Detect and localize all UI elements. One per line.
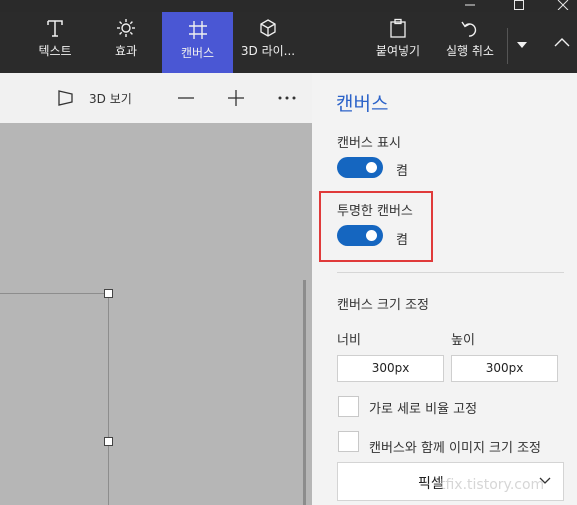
canvas-top-edge — [0, 293, 109, 294]
panel-title: 캔버스 — [336, 93, 389, 115]
resize-image-label: 캔버스와 함께 이미지 크기 조정 — [369, 441, 542, 456]
vertical-scrollbar[interactable] — [303, 280, 306, 505]
resize-canvas-heading: 캔버스 크기 조정 — [337, 298, 429, 313]
panel-divider — [337, 272, 564, 273]
zoom-in-button[interactable] — [227, 73, 245, 123]
undo-icon — [437, 18, 503, 40]
effects-icon — [94, 18, 158, 40]
tab-effects-label: 효과 — [114, 44, 138, 58]
3d-library-icon — [236, 18, 300, 40]
close-icon[interactable] — [548, 0, 577, 12]
undo-dropdown-button[interactable] — [512, 38, 532, 58]
tab-text-label: 텍스트 — [38, 44, 72, 58]
view-3d-button[interactable]: 3D 보기 — [57, 73, 132, 123]
maximize-icon[interactable] — [504, 0, 534, 12]
height-input[interactable]: 300px — [451, 355, 558, 382]
resize-image-checkbox[interactable] — [338, 431, 359, 452]
transparent-canvas-label: 투명한 캔버스 — [337, 204, 413, 219]
canvas-toolbar — [0, 73, 312, 123]
resize-handle-corner[interactable] — [104, 289, 113, 298]
undo-button[interactable]: 실행 취소 — [437, 12, 503, 58]
show-canvas-state: 켬 — [396, 164, 408, 179]
width-input[interactable]: 300px — [337, 355, 444, 382]
paste-icon — [368, 18, 428, 40]
workspace[interactable] — [0, 123, 312, 505]
view-3d-label: 3D 보기 — [89, 91, 132, 106]
tab-text[interactable]: 텍스트 — [24, 12, 86, 58]
paste-button[interactable]: 붙여넣기 — [368, 12, 428, 58]
transparent-canvas-state: 켬 — [396, 233, 408, 248]
show-canvas-label: 캔버스 표시 — [337, 136, 401, 151]
lock-aspect-checkbox[interactable] — [338, 396, 359, 417]
caret-down-icon — [517, 42, 527, 48]
tab-3d-library[interactable]: 3D 라이... — [236, 12, 300, 58]
canvas-right-edge — [108, 293, 109, 505]
zoom-out-button[interactable] — [177, 73, 195, 123]
tab-canvas[interactable]: 캔버스 — [162, 12, 233, 73]
canvas-icon — [162, 20, 233, 42]
lock-aspect-label: 가로 세로 비율 고정 — [369, 402, 478, 417]
show-canvas-toggle[interactable] — [337, 157, 383, 178]
resize-handle-right[interactable] — [104, 437, 113, 446]
3d-view-icon — [58, 90, 73, 106]
tab-effects[interactable]: 효과 — [94, 12, 158, 58]
more-options-button[interactable] — [277, 73, 297, 123]
minimize-icon[interactable] — [455, 0, 485, 12]
plus-icon — [228, 90, 244, 106]
text-icon — [24, 18, 86, 40]
more-icon — [278, 96, 296, 100]
minus-icon — [178, 97, 194, 99]
ribbon-separator — [507, 28, 508, 64]
undo-label: 실행 취소 — [446, 44, 494, 58]
paste-label: 붙여넣기 — [375, 44, 421, 58]
watermark: tfix.tistory.com — [440, 477, 545, 493]
collapse-ribbon-button[interactable] — [550, 36, 574, 60]
transparent-canvas-toggle[interactable] — [337, 225, 383, 246]
height-label: 높이 — [451, 333, 475, 348]
width-label: 너비 — [337, 333, 361, 348]
chevron-up-icon — [554, 38, 570, 47]
tab-canvas-label: 캔버스 — [180, 46, 215, 60]
tab-3d-library-label: 3D 라이... — [240, 44, 296, 58]
